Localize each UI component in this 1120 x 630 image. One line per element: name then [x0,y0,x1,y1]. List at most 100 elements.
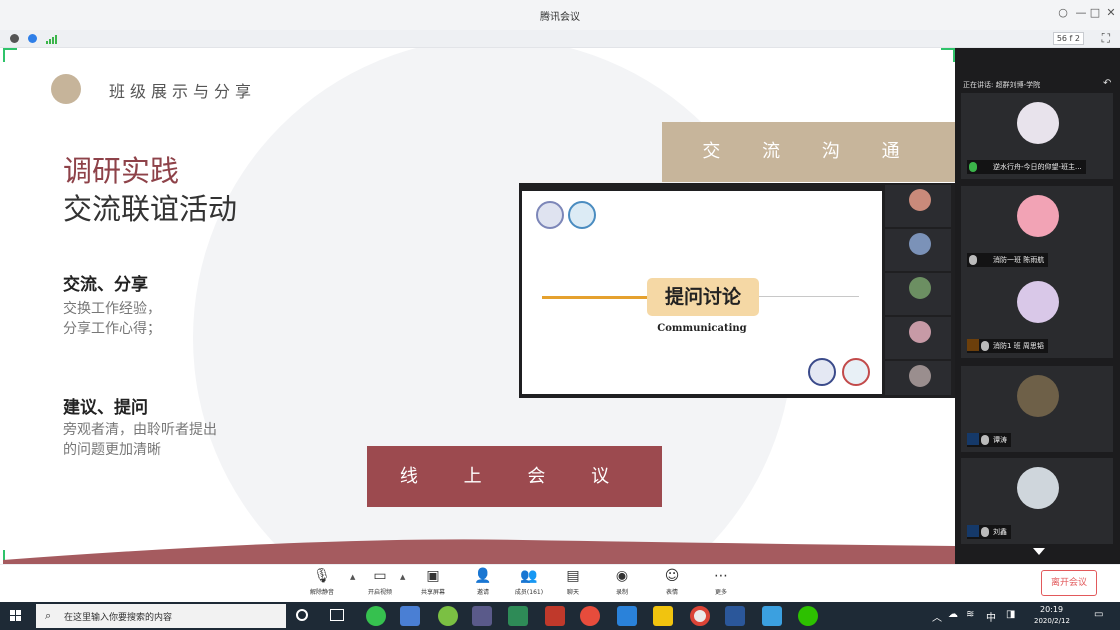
college-logo-icon [842,358,870,386]
task-view-icon[interactable] [330,609,344,621]
start-video-button[interactable]: ▭ 开启视频 [358,567,402,596]
participant-name: 谭涛 [967,433,1011,447]
participant-tile[interactable]: 谭涛 [961,366,1113,452]
embedded-accent-line [542,296,647,299]
participant-tile[interactable]: 消防1 班 周思韬 [961,272,1113,358]
info-icon[interactable] [10,34,19,43]
meeting-status-bar: 56 f 2 ⛶ [0,30,1120,48]
invite-button[interactable]: 👤 邀请 [461,567,505,596]
mic-active-icon [969,162,977,172]
emoji-button[interactable]: ☺ 表情 [650,567,694,596]
participant-name: 消防1 班 周思韬 [967,339,1048,353]
participant-name: 消防一班 陈雨航 [967,253,1049,267]
slide-heading-secondary: 交流联谊活动 [63,192,238,226]
window-titlebar: 腾讯会议 ○ — □ ✕ [0,0,1120,30]
cloud-icon[interactable]: ☁ [948,609,958,620]
wifi-icon[interactable]: ≋ [966,609,974,620]
more-button[interactable]: ⋯ 更多 [699,567,743,596]
minimize-icon[interactable]: — [1074,6,1088,20]
embedded-slide: 提问讨论 Communicating [522,191,882,394]
college-logo-icon [568,201,596,229]
participant-tile[interactable]: 刘鑫 [961,458,1113,544]
windows-taskbar: ⌕ 在这里输入你要搜索的内容 ︿ ☁ ≋ 中 ◨ 20:19 2020/2/12… [0,602,1120,630]
volume-icon[interactable]: ◨ [1006,609,1015,620]
close-icon[interactable]: ✕ [1104,6,1118,20]
cortana-icon[interactable] [296,609,308,621]
embedded-meeting-screenshot: 提问讨论 Communicating [519,183,955,398]
video-options-chevron-icon[interactable]: ▲ [400,573,405,581]
point2-line: 的问题更加清晰 [63,442,161,458]
avatar [1017,467,1059,509]
participant-name: 刘鑫 [967,525,1011,539]
avatar [1017,102,1059,144]
collapse-panel-icon[interactable]: ↶ [1103,78,1111,89]
avatar [909,321,931,343]
app-icon[interactable] [762,606,782,626]
windows-start-icon[interactable] [0,602,32,630]
invite-icon: 👤 [474,568,492,584]
leave-meeting-button[interactable]: 离开会议 [1041,570,1097,596]
notifications-icon[interactable]: ▭ [1094,609,1103,620]
point1-line: 分享工作心得； [63,321,161,337]
participant-tile[interactable]: 逆水行舟-今日的仰望-班主... [961,93,1113,179]
settings-icon[interactable]: ○ [1056,6,1070,20]
app-icon[interactable] [438,606,458,626]
online-meeting-banner: 线 上 会 议 [367,446,662,507]
show-hidden-icons-icon[interactable]: ︿ [932,609,942,624]
embedded-discussion-sublabel: Communicating [657,323,747,334]
app-icon[interactable] [366,606,386,626]
members-button[interactable]: 👥 成员(161) [507,567,551,596]
point1-title: 交流、分享 [63,275,148,295]
point2-title: 建议、提问 [63,398,148,418]
word-icon[interactable] [725,606,745,626]
taskbar-date[interactable]: 2020/2/12 [1034,617,1070,625]
avatar [909,233,931,255]
screen-share-icon: ▣ [426,568,440,584]
avatar [1017,195,1059,237]
share-screen-button[interactable]: ▣ 共享屏幕 [411,567,455,596]
embedded-participant-tile [885,185,951,227]
file-explorer-icon[interactable] [653,606,673,626]
avatar [909,189,931,211]
mic-muted-icon [969,255,977,265]
taskbar-search-box[interactable]: ⌕ 在这里输入你要搜索的内容 [36,604,286,628]
avatar [909,277,931,299]
app-icon[interactable] [617,606,637,626]
point1-line: 交换工作经验， [63,301,161,317]
search-placeholder: 在这里输入你要搜索的内容 [64,613,173,623]
app-icon[interactable] [580,606,600,626]
participant-tile[interactable]: 消防一班 陈雨航 [961,186,1113,272]
emoji-icon: ☺ [664,568,680,584]
app-icon[interactable] [508,606,528,626]
audio-options-chevron-icon[interactable]: ▲ [350,573,355,581]
chrome-icon[interactable] [690,606,710,626]
wechat-icon[interactable] [798,606,818,626]
fps-indicator: 56 f 2 [1052,32,1084,45]
network-signal-icon[interactable] [46,34,58,44]
mic-muted-icon [981,435,989,445]
slide-heading-primary: 调研实践 [63,154,180,188]
app-icon[interactable] [400,606,420,626]
chat-button[interactable]: ▤ 聊天 [551,567,595,596]
maximize-icon[interactable]: □ [1088,6,1102,20]
ime-indicator[interactable]: 中 [986,609,996,624]
point2-line: 旁观者清，由聆听者提出 [63,422,217,438]
taskbar-time[interactable]: 20:19 [1040,605,1063,614]
participant-name: 逆水行舟-今日的仰望-班主... [967,160,1086,174]
app-icon[interactable] [545,606,565,626]
mic-muted-icon [981,341,989,351]
unmute-button[interactable]: 🎙 解除静音 [300,567,344,596]
fullscreen-icon[interactable]: ⛶ [1102,31,1110,46]
meeting-toolbar: 🎙 解除静音 ▲ ▭ 开启视频 ▲ ▣ 共享屏幕 👤 邀请 👥 成员(161) … [0,564,1120,602]
mic-muted-icon: 🎙 [313,568,331,584]
communication-banner: 交 流 沟 通 [662,122,955,182]
security-shield-icon[interactable] [28,34,37,43]
embedded-participant-tile [885,229,951,271]
share-frame-corner [3,48,17,62]
scroll-down-icon[interactable] [1033,548,1045,555]
bottom-wave-decoration [3,539,955,564]
record-button[interactable]: ◉ 录制 [600,567,644,596]
app-icon[interactable] [472,606,492,626]
participant-video-panel: 正在讲话: 超群刘博-学院 ↶ 逆水行舟-今日的仰望-班主... 消防一班 陈雨… [955,48,1120,564]
window-title: 腾讯会议 [540,12,580,23]
